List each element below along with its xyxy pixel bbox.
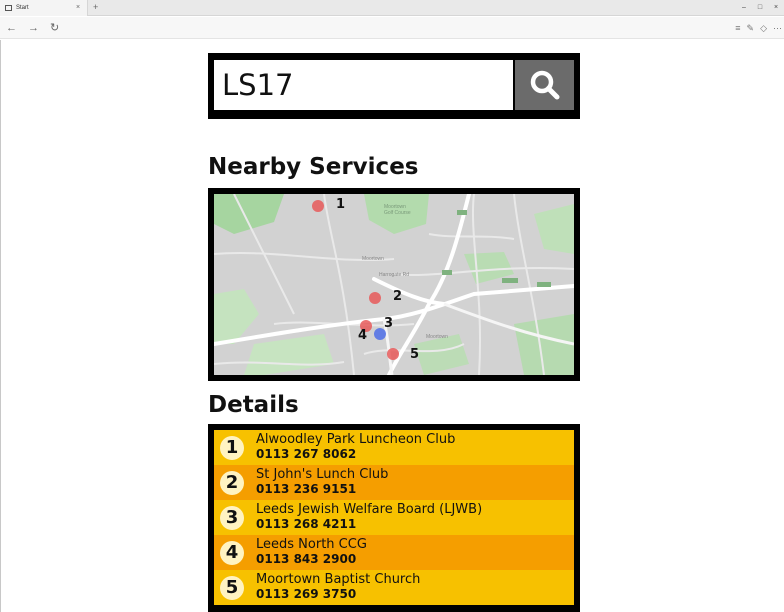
restore-button[interactable]: □	[752, 0, 768, 16]
reload-button[interactable]: ↻	[50, 20, 59, 36]
service-phone[interactable]: 0113 843 2900	[256, 552, 356, 566]
map-marker-4[interactable]	[374, 328, 386, 340]
service-name: Moortown Baptist Church	[256, 572, 421, 587]
title-bar: Start × + – □ ×	[0, 0, 784, 16]
map-marker-label: 4	[358, 328, 368, 343]
details-list: 1 Alwoodley Park Luncheon Club 0113 267 80…	[214, 430, 574, 612]
service-name: Alwoodley Park Luncheon Club	[256, 432, 456, 447]
service-number-badge: 4	[220, 541, 244, 565]
service-phone[interactable]: 0113 236 9151	[256, 482, 356, 496]
service-name: Leeds North CCG	[256, 537, 367, 552]
nearby-services-heading: Nearby Services	[208, 154, 419, 180]
service-name: Leeds Jewish Welfare Board (LJWB)	[256, 502, 483, 517]
svg-text:Harrogate Rd: Harrogate Rd	[379, 272, 409, 278]
share-icon[interactable]: ◇	[760, 20, 767, 36]
window-controls: – □ ×	[736, 0, 784, 16]
close-window-button[interactable]: ×	[768, 0, 784, 16]
map-marker-label: 1	[336, 197, 346, 212]
details-frame: 1 Alwoodley Park Luncheon Club 0113 267 80…	[208, 424, 580, 612]
notes-icon[interactable]: ✎	[747, 20, 755, 36]
details-heading: Details	[208, 392, 299, 418]
browser-tab[interactable]: Start ×	[0, 0, 88, 16]
map-marker-5[interactable]	[387, 348, 399, 360]
hub-icon[interactable]: ≡	[735, 20, 740, 36]
navigation-bar: ← → ↻ ≡ ✎ ◇ ⋯	[0, 17, 784, 39]
detail-row[interactable]: 5 Moortown Baptist Church 0113 269 3750	[214, 570, 574, 605]
tab-title: Start	[16, 5, 29, 11]
map-marker-1[interactable]	[312, 200, 324, 212]
service-phone[interactable]: 0113 268 4211	[256, 517, 356, 531]
svg-text:Moortown: Moortown	[362, 256, 384, 262]
map-marker-label: 5	[410, 347, 420, 362]
back-button[interactable]: ←	[6, 20, 17, 36]
tab-page-icon	[5, 5, 12, 11]
service-number-badge: 2	[220, 471, 244, 495]
svg-text:Golf Course: Golf Course	[384, 210, 411, 216]
service-number-badge: 5	[220, 576, 244, 600]
more-icon[interactable]: ⋯	[773, 20, 782, 36]
search-icon	[530, 70, 559, 100]
new-tab-button[interactable]: +	[93, 0, 98, 15]
service-number-badge: 3	[220, 506, 244, 530]
detail-row[interactable]: 1 Alwoodley Park Luncheon Club 0113 267 80…	[214, 430, 574, 465]
minimize-button[interactable]: –	[736, 0, 752, 16]
service-phone[interactable]: 0113 269 3750	[256, 587, 356, 601]
tab-close-icon[interactable]: ×	[76, 0, 80, 16]
map-marker-label: 2	[393, 289, 403, 304]
svg-text:Moortown: Moortown	[426, 334, 448, 340]
browser-toolbar: ≡ ✎ ◇ ⋯	[735, 20, 782, 36]
detail-row[interactable]: 2 St John's Lunch Club 0113 236 9151	[214, 465, 574, 500]
services-map[interactable]: Moortown Golf Course Moortown Moortown H…	[214, 194, 574, 375]
map-marker-2[interactable]	[369, 292, 381, 304]
window-border	[0, 40, 1, 612]
detail-row[interactable]: 4 Leeds North CCG 0113 843 2900	[214, 535, 574, 570]
service-number-badge: 1	[220, 436, 244, 460]
service-phone[interactable]: 0113 267 8062	[256, 447, 356, 461]
search-bar	[208, 53, 580, 119]
forward-button[interactable]: →	[28, 20, 39, 36]
search-input[interactable]	[214, 60, 513, 110]
search-button[interactable]	[515, 60, 574, 110]
map-frame: Moortown Golf Course Moortown Moortown H…	[208, 188, 580, 381]
detail-row[interactable]: 3 Leeds Jewish Welfare Board (LJWB) 0113 2…	[214, 500, 574, 535]
map-marker-label: 3	[384, 316, 394, 331]
service-name: St John's Lunch Club	[256, 467, 389, 482]
